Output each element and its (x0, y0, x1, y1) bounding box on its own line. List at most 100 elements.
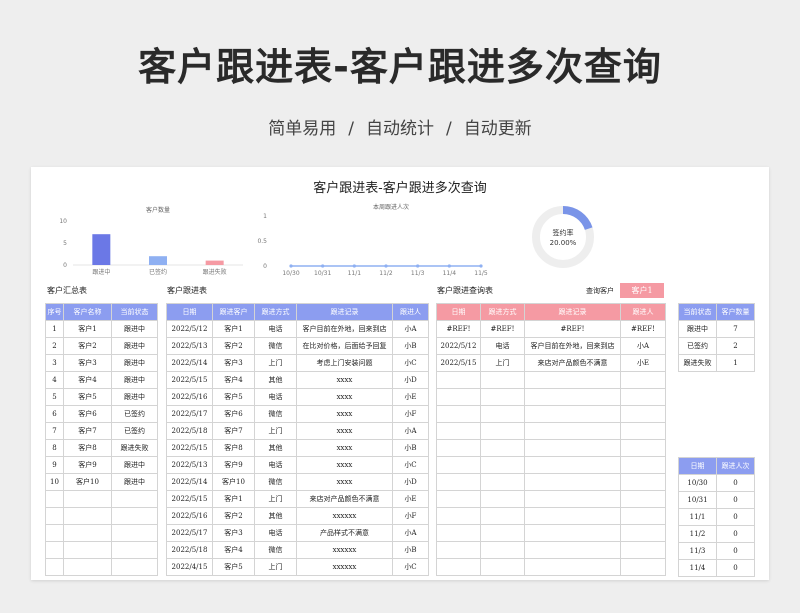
table-cell[interactable]: 其他 (254, 507, 297, 525)
table-cell[interactable] (63, 541, 112, 559)
table-cell[interactable]: 客户6 (63, 405, 112, 423)
table-cell[interactable]: 0 (716, 474, 755, 492)
table-cell[interactable]: 客户目前在外地，回来到店 (524, 337, 621, 355)
table-cell[interactable] (436, 490, 481, 508)
table-cell[interactable]: 小E (392, 490, 429, 508)
table-cell[interactable]: 0 (716, 559, 755, 577)
table-cell[interactable]: 2022/5/15 (166, 371, 213, 389)
table-cell[interactable]: 小B (392, 541, 429, 559)
table-cell[interactable] (63, 524, 112, 542)
table-cell[interactable]: 小A (392, 320, 429, 338)
table-cell[interactable]: 跟进中 (111, 473, 158, 491)
table-cell[interactable]: 跟进中 (111, 320, 158, 338)
table-cell[interactable]: 客户9 (63, 456, 112, 474)
table-cell[interactable]: 跟进中 (678, 320, 717, 338)
table-cell[interactable]: 跟进中 (111, 388, 158, 406)
table-cell[interactable] (436, 541, 481, 559)
table-cell[interactable]: 上门 (254, 422, 297, 440)
table-cell[interactable]: 4 (45, 371, 64, 389)
table-cell[interactable]: 2022/5/16 (166, 388, 213, 406)
table-cell[interactable] (480, 422, 525, 440)
table-cell[interactable]: 0 (716, 542, 755, 560)
table-cell[interactable] (480, 473, 525, 491)
table-cell[interactable] (620, 490, 666, 508)
table-cell[interactable]: 小D (392, 371, 429, 389)
table-cell[interactable]: 小D (392, 473, 429, 491)
table-cell[interactable]: 上门 (480, 354, 525, 372)
table-cell[interactable]: xxxxxx (296, 558, 393, 576)
table-cell[interactable]: 2022/5/15 (166, 439, 213, 457)
table-cell[interactable] (436, 507, 481, 525)
table-cell[interactable] (524, 490, 621, 508)
table-cell[interactable]: 客户目前在外地，回来到店 (296, 320, 393, 338)
table-cell[interactable]: 产品样式不满意 (296, 524, 393, 542)
table-cell[interactable]: 客户2 (212, 337, 255, 355)
table-cell[interactable]: 2 (45, 337, 64, 355)
table-cell[interactable]: 2022/5/18 (166, 541, 213, 559)
table-cell[interactable] (480, 371, 525, 389)
table-cell[interactable]: xxxx (296, 422, 393, 440)
table-cell[interactable]: xxxx (296, 388, 393, 406)
table-cell[interactable]: 11/3 (678, 542, 717, 560)
table-cell[interactable]: 客户10 (63, 473, 112, 491)
table-cell[interactable]: 1 (716, 354, 755, 372)
table-cell[interactable] (111, 541, 158, 559)
table-cell[interactable]: 客户9 (212, 456, 255, 474)
table-cell[interactable] (436, 439, 481, 457)
table-cell[interactable] (620, 388, 666, 406)
table-cell[interactable]: 客户5 (212, 388, 255, 406)
table-cell[interactable]: 7 (716, 320, 755, 338)
table-cell[interactable] (524, 524, 621, 542)
table-cell[interactable]: 小B (392, 439, 429, 457)
table-cell[interactable] (524, 422, 621, 440)
table-cell[interactable] (620, 422, 666, 440)
table-cell[interactable] (524, 507, 621, 525)
table-cell[interactable]: 其他 (254, 371, 297, 389)
table-cell[interactable] (620, 371, 666, 389)
table-cell[interactable]: 小B (392, 337, 429, 355)
table-cell[interactable]: 客户4 (63, 371, 112, 389)
table-cell[interactable]: 2022/5/17 (166, 524, 213, 542)
table-cell[interactable] (436, 473, 481, 491)
table-cell[interactable]: 2022/5/15 (166, 490, 213, 508)
table-cell[interactable]: 小F (392, 507, 429, 525)
table-cell[interactable]: 2022/5/13 (166, 337, 213, 355)
table-cell[interactable]: 小E (620, 354, 666, 372)
table-cell[interactable] (480, 405, 525, 423)
table-cell[interactable]: 2022/5/17 (166, 405, 213, 423)
table-cell[interactable] (620, 507, 666, 525)
table-cell[interactable]: 2022/5/14 (166, 354, 213, 372)
table-cell[interactable]: 0 (716, 525, 755, 543)
table-cell[interactable]: 2022/5/14 (166, 473, 213, 491)
table-cell[interactable]: 小C (392, 456, 429, 474)
table-cell[interactable]: 客户10 (212, 473, 255, 491)
table-cell[interactable]: 1 (45, 320, 64, 338)
table-cell[interactable] (63, 490, 112, 508)
table-cell[interactable]: xxxxxx (296, 541, 393, 559)
table-cell[interactable]: 客户6 (212, 405, 255, 423)
table-cell[interactable]: 2022/5/12 (166, 320, 213, 338)
table-cell[interactable]: 11/4 (678, 559, 717, 577)
table-cell[interactable]: 跟进中 (111, 337, 158, 355)
table-cell[interactable] (480, 439, 525, 457)
table-cell[interactable]: 电话 (254, 320, 297, 338)
table-cell[interactable]: 5 (45, 388, 64, 406)
table-cell[interactable]: 客户7 (63, 422, 112, 440)
table-cell[interactable] (111, 507, 158, 525)
table-cell[interactable]: xxxxxx (296, 507, 393, 525)
table-cell[interactable] (436, 558, 481, 576)
table-cell[interactable]: 客户1 (212, 490, 255, 508)
table-cell[interactable]: xxxx (296, 456, 393, 474)
table-cell[interactable]: 小E (392, 388, 429, 406)
table-cell[interactable]: 2022/5/16 (166, 507, 213, 525)
table-cell[interactable] (620, 473, 666, 491)
table-cell[interactable]: 已签约 (111, 405, 158, 423)
table-cell[interactable]: 2 (716, 337, 755, 355)
table-cell[interactable]: 9 (45, 456, 64, 474)
table-cell[interactable]: 小A (392, 422, 429, 440)
table-cell[interactable] (63, 558, 112, 576)
table-cell[interactable]: 上门 (254, 490, 297, 508)
table-cell[interactable] (111, 524, 158, 542)
table-cell[interactable]: #REF! (524, 320, 621, 338)
table-cell[interactable]: 微信 (254, 473, 297, 491)
